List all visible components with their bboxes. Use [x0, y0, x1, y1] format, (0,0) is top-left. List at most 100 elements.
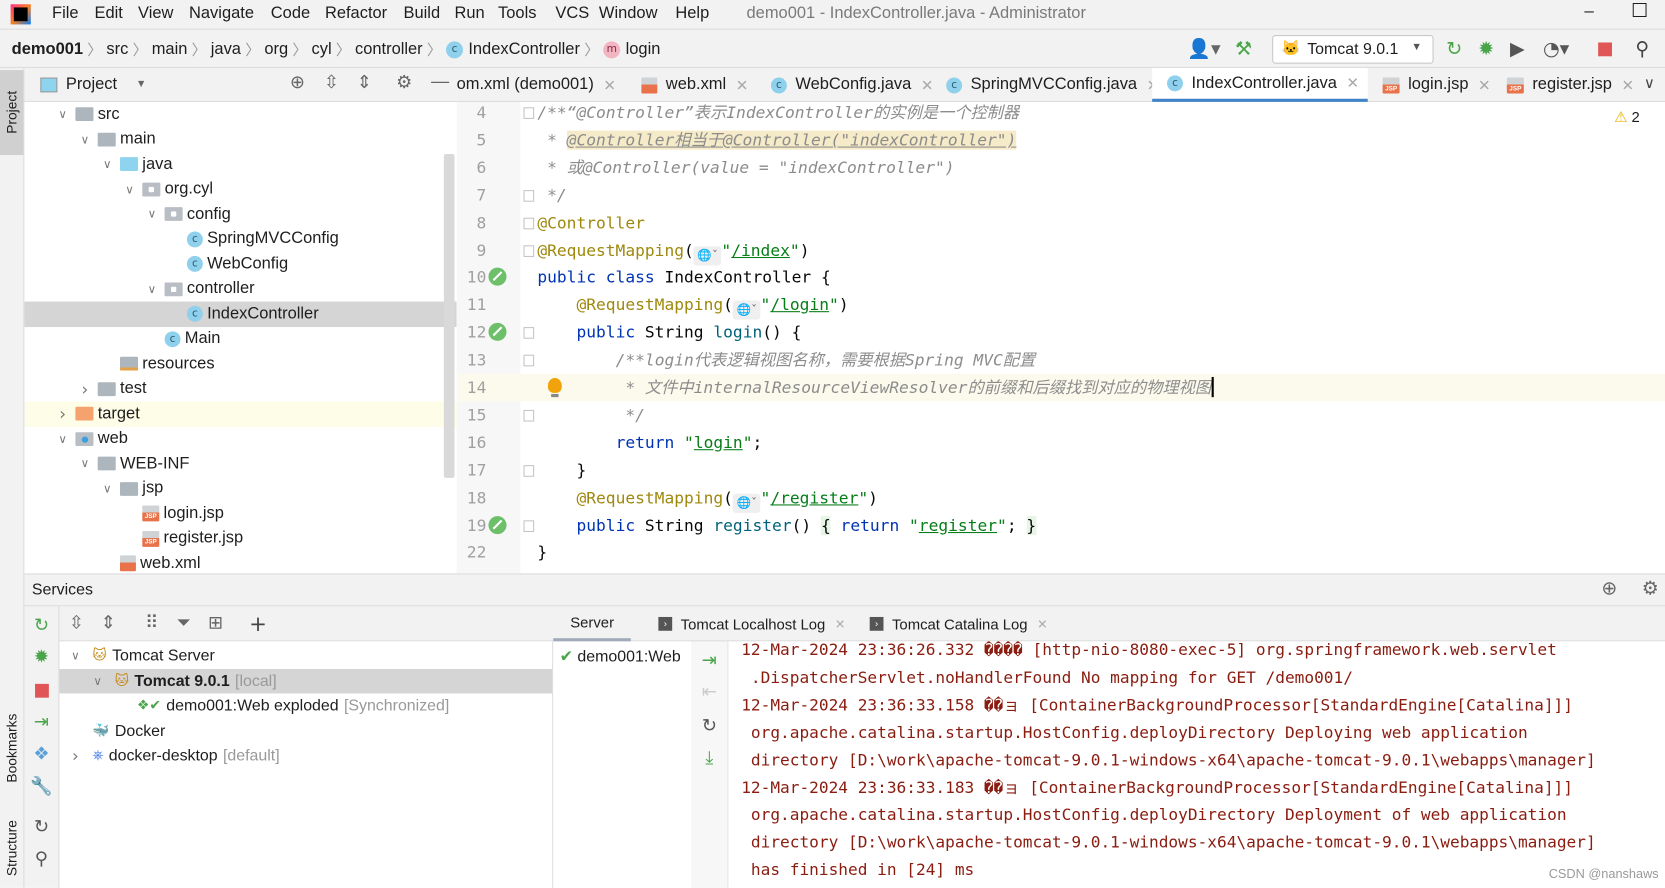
new-tab-icon[interactable]: ⊞ — [203, 613, 228, 634]
breadcrumb-project[interactable]: demo001 — [12, 40, 83, 59]
menu-view[interactable]: View — [138, 4, 173, 23]
profile-icon[interactable]: ◔▾ — [1543, 38, 1569, 60]
fold-marker-icon[interactable] — [523, 464, 535, 477]
menu-run[interactable]: Run — [454, 4, 484, 23]
tab-login-jsp[interactable]: JSP login.jsp ✕ — [1368, 68, 1499, 102]
deploy-icon[interactable]: ⇥ — [29, 711, 54, 732]
menu-help[interactable]: Help — [675, 4, 709, 23]
undeploy-icon[interactable]: ⇤ — [697, 682, 722, 703]
settings-gear-icon[interactable]: ⚙ — [396, 72, 412, 93]
tree-item[interactable]: ∨ org.cyl — [24, 177, 456, 202]
tab-server[interactable]: Server — [553, 606, 632, 642]
wrench-icon[interactable]: 🔧 — [29, 776, 54, 797]
menu-edit[interactable]: Edit — [95, 4, 123, 23]
chevron-down-icon[interactable]: ∨ — [143, 207, 160, 221]
fold-marker-icon[interactable] — [523, 409, 535, 422]
stop-icon[interactable] — [35, 683, 49, 698]
breadcrumb-cyl[interactable]: cyl — [311, 40, 331, 59]
chevron-down-icon[interactable]: ∨ — [99, 482, 116, 496]
tree-item[interactable]: ∨ controller — [24, 277, 456, 302]
tree-item[interactable]: ∨ WEB-INF — [24, 451, 456, 476]
tree-item[interactable]: resources — [24, 351, 456, 376]
tab-indexcontroller-java[interactable]: c IndexController.java ✕ — [1152, 67, 1368, 102]
coverage-icon[interactable]: ▶ — [1510, 38, 1525, 60]
collapse-all-icon[interactable]: ⇕ — [357, 72, 372, 93]
refresh-icon[interactable]: ↻ — [29, 817, 54, 838]
menu-tools[interactable]: Tools — [498, 4, 536, 23]
tree-item[interactable]: › test — [24, 376, 456, 401]
close-tab-icon[interactable]: ✕ — [1478, 76, 1490, 94]
project-tree-scrollbar[interactable] — [443, 153, 455, 478]
breadcrumb-class[interactable]: IndexController — [468, 40, 580, 59]
fold-marker-icon[interactable] — [523, 217, 535, 229]
code-editor[interactable]: ⚠ 2 4/**“@Controller”表示IndexController的实… — [456, 101, 1665, 574]
tab-tomcat-localhost-log[interactable]: › Tomcat Localhost Log ✕ — [641, 606, 862, 641]
tab-register-jsp[interactable]: JSP register.jsp ✕ — [1492, 68, 1642, 102]
menu-build[interactable]: Build — [404, 4, 441, 23]
spring-bean-gutter-icon[interactable] — [488, 323, 507, 342]
tab-springmvcconfig-java[interactable]: cSpringMVCConfig.java✕ — [931, 68, 1167, 102]
chevron-right-icon[interactable]: › — [54, 404, 71, 424]
tree-item[interactable]: ∨ jsp — [24, 476, 456, 501]
tree-item[interactable]: JSP login.jsp — [24, 501, 456, 526]
service-item[interactable]: ∨ 🐱 Tomcat 9.0.1 [local] — [59, 668, 553, 694]
fold-marker-icon[interactable] — [523, 327, 535, 339]
more-tabs-chevron-icon[interactable]: ∨ — [1644, 74, 1655, 92]
url-globe-inlay-icon[interactable]: 🌐ˇ — [732, 300, 761, 320]
chevron-down-icon[interactable]: ∨ — [143, 282, 160, 296]
service-item[interactable]: ∨ 🐱 Tomcat Server — [59, 644, 552, 669]
fold-marker-icon[interactable] — [523, 244, 535, 257]
collapse-all-icon[interactable]: ⇕ — [96, 613, 121, 634]
minimize-button[interactable]: – — [1584, 2, 1593, 21]
search-icon[interactable]: ⚲ — [1635, 38, 1649, 60]
debug-icon[interactable]: ✹ — [29, 647, 54, 668]
tree-item[interactable]: c SpringMVCConfig — [24, 227, 456, 252]
menu-refactor[interactable]: Refactor — [325, 4, 387, 23]
add-service-icon[interactable]: + — [245, 611, 270, 636]
tree-item[interactable]: ∨ src — [24, 102, 456, 127]
spring-bean-gutter-icon[interactable] — [488, 515, 507, 534]
refresh-icon[interactable]: ↻ — [697, 716, 722, 737]
service-item[interactable]: › ⎈ docker-desktop [default] — [59, 743, 552, 768]
breadcrumb-main[interactable]: main — [152, 40, 188, 59]
tab-om-xml-demo001-[interactable]: om.xml (demo001) ✕ — [457, 68, 625, 102]
bookmarks-tool-tab[interactable]: Bookmarks — [0, 700, 23, 796]
chevron-down-icon[interactable]: ∨ — [54, 432, 71, 446]
breadcrumb-org[interactable]: org — [264, 40, 288, 59]
project-view-title[interactable]: Project — [66, 75, 117, 94]
fold-marker-icon[interactable] — [523, 519, 535, 532]
locate-icon[interactable]: ⊕ — [290, 72, 305, 93]
services-settings-gear-icon[interactable]: ⚙ — [1642, 578, 1659, 600]
close-tab-icon[interactable]: ✕ — [1621, 76, 1633, 94]
inspect-icon[interactable]: ⚲ — [29, 848, 54, 869]
expand-all-icon[interactable]: ⇳ — [64, 613, 89, 634]
chevron-down-icon[interactable]: ∨ — [99, 157, 116, 171]
group-by-icon[interactable]: ⠿ — [139, 613, 164, 634]
structure-tool-tab[interactable]: Structure — [0, 811, 23, 885]
breadcrumb-controller[interactable]: controller — [355, 40, 423, 59]
tree-item[interactable]: c WebConfig — [24, 252, 456, 277]
tree-item[interactable]: ∨ config — [24, 202, 456, 227]
tab-webconfig-java[interactable]: c WebConfig.java ✕ — [756, 68, 942, 102]
url-globe-inlay-icon[interactable]: 🌐ˇ — [732, 493, 761, 513]
deployment-item[interactable]: ✔ demo001:Web — [560, 647, 681, 666]
fold-marker-icon[interactable] — [523, 107, 535, 119]
menu-code[interactable]: Code — [271, 4, 310, 23]
close-tab-icon[interactable]: ✕ — [1346, 74, 1358, 92]
hide-panel-icon[interactable]: — — [431, 71, 449, 92]
chevron-down-icon[interactable]: ∨ — [121, 182, 138, 196]
server-log-console[interactable]: CSDN @nanshaws 12-Mar-2024 23:36:26.332 … — [728, 641, 1665, 888]
vcs-user-icon[interactable]: 👤▾ — [1187, 38, 1220, 60]
tree-item[interactable]: c Main — [24, 327, 456, 352]
tree-item[interactable]: › target — [24, 401, 457, 427]
run-configuration-select[interactable]: 🐱 Tomcat 9.0.1 ▼ — [1272, 35, 1434, 64]
chevron-down-icon[interactable]: ∨ — [54, 108, 71, 122]
rerun-icon[interactable]: ↻ — [1446, 38, 1462, 60]
spring-bean-gutter-icon[interactable] — [488, 268, 507, 287]
tree-item[interactable]: ∨ main — [24, 127, 456, 152]
fold-marker-icon[interactable] — [523, 189, 535, 202]
service-item[interactable]: 🐳 Docker — [59, 718, 552, 743]
chevron-right-icon[interactable]: › — [67, 746, 84, 766]
fold-marker-icon[interactable] — [523, 354, 535, 367]
maximize-button[interactable]: ☐ — [1631, 0, 1648, 22]
